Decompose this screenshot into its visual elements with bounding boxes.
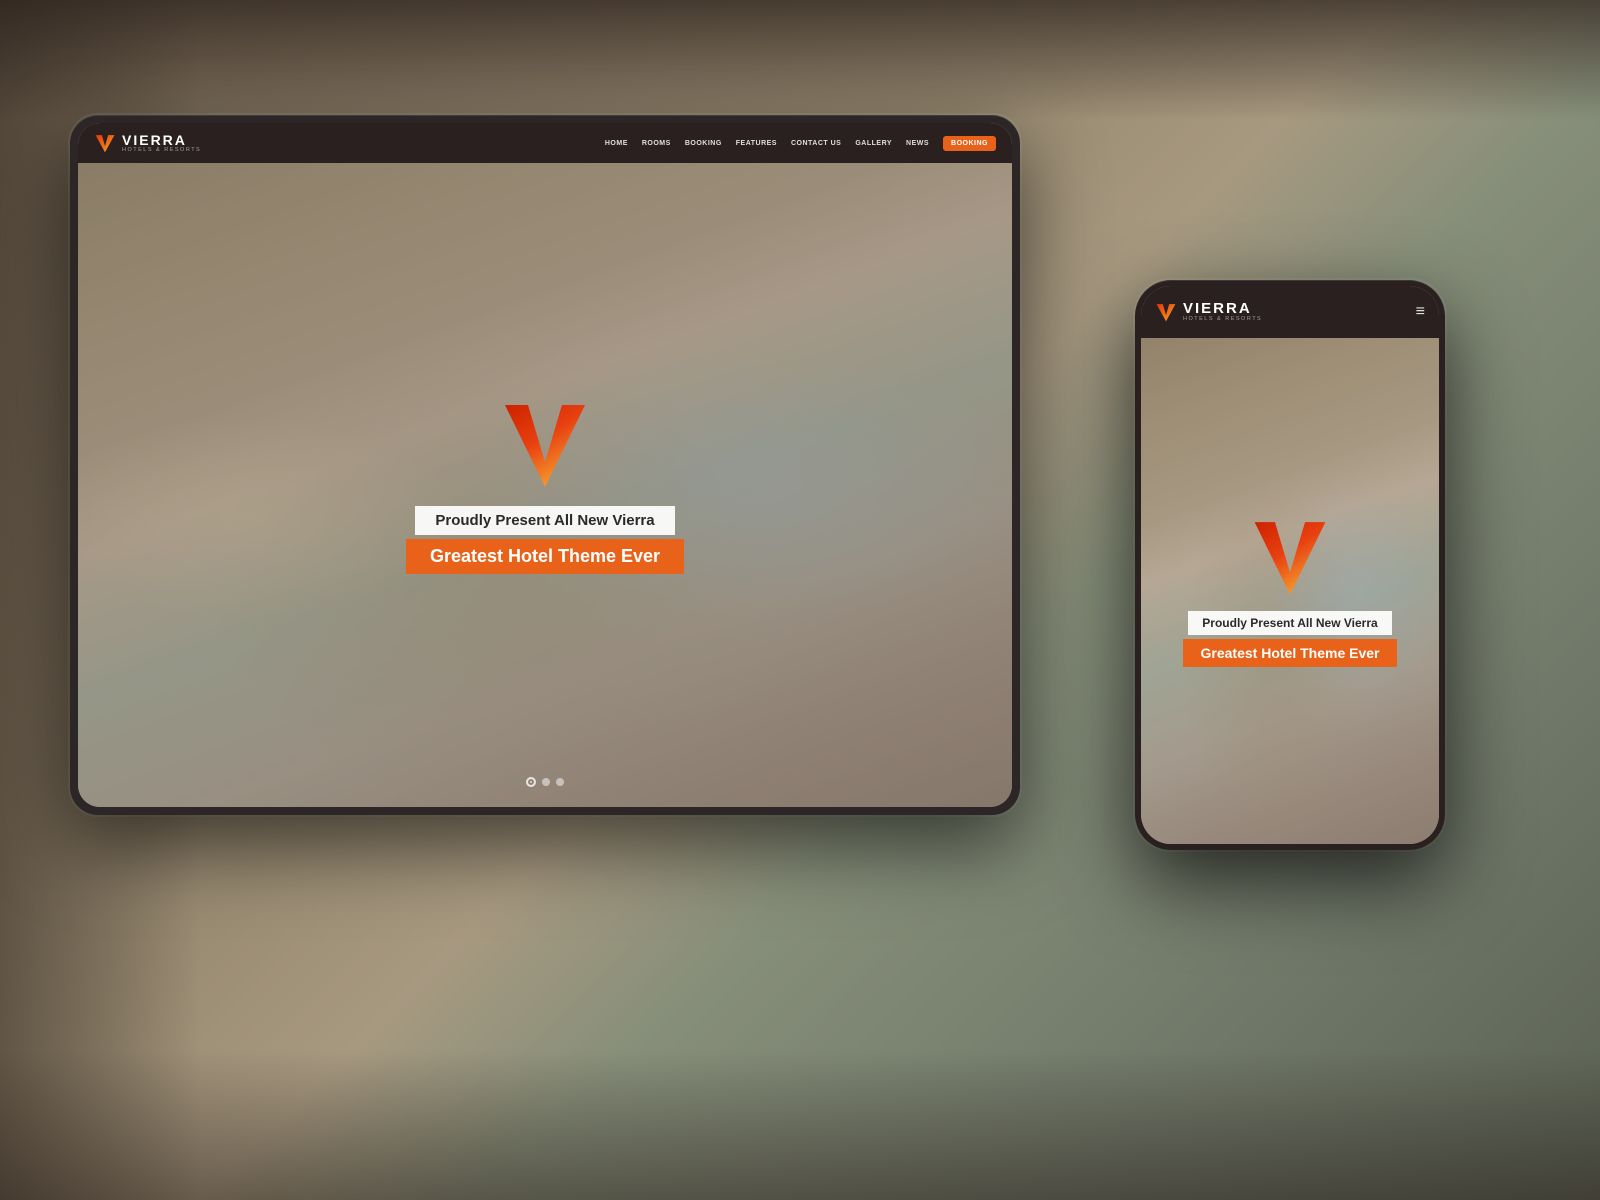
mobile-logo-text: VIERRA HOTELS & RESORTS [1183,301,1262,323]
mobile-hero-text-box: Proudly Present All New Vierra Greatest … [1141,611,1439,667]
nav-features[interactable]: FEATURES [736,140,777,147]
nav-news[interactable]: NEWS [906,140,929,147]
nav-gallery[interactable]: GALLERY [855,140,892,147]
mobile-hero-main-title: Greatest Hotel Theme Ever [1183,639,1398,667]
brand-subtitle: HOTELS & RESORTS [122,148,201,154]
hero-v-logo [500,397,590,492]
dot-2[interactable] [542,778,550,786]
bg-blur-bottom [0,1050,1600,1200]
dot-1[interactable] [526,777,536,787]
tablet-screen: VIERRA HOTELS & RESORTS HOME ROOMS BOOKI… [78,123,1012,807]
mobile-navbar: VIERRA HOTELS & RESORTS ≡ [1141,286,1439,338]
tablet-logo: VIERRA HOTELS & RESORTS [94,132,201,154]
mobile-brand-subtitle: HOTELS & RESORTS [1183,317,1262,323]
hero-text-box: Proudly Present All New Vierra Greatest … [406,506,684,574]
mobile-hero-v-logo [1250,515,1330,599]
bg-blur-top [0,0,1600,120]
brand-name: VIERRA [122,133,201,147]
mobile-hero-pre-title: Proudly Present All New Vierra [1188,611,1391,635]
mobile-hero-content: Proudly Present All New Vierra Greatest … [1141,338,1439,844]
nav-cta-button[interactable]: BOOKING [943,136,996,151]
nav-booking[interactable]: BOOKING [685,140,722,147]
mobile-logo: VIERRA HOTELS & RESORTS [1155,301,1416,323]
hamburger-icon[interactable]: ≡ [1416,303,1425,321]
hero-main-title: Greatest Hotel Theme Ever [406,539,684,574]
hero-pagination [526,777,564,787]
scene: VIERRA HOTELS & RESORTS HOME ROOMS BOOKI… [0,0,1600,1200]
mobile-logo-v-icon [1155,301,1177,323]
tablet-device: VIERRA HOTELS & RESORTS HOME ROOMS BOOKI… [70,115,1020,815]
logo-v-icon [94,132,116,154]
tablet-navbar: VIERRA HOTELS & RESORTS HOME ROOMS BOOKI… [78,123,1012,163]
tablet-hero-content: Proudly Present All New Vierra Greatest … [78,163,1012,807]
mobile-brand-name: VIERRA [1183,301,1262,316]
nav-rooms[interactable]: ROOMS [642,140,671,147]
nav-links: HOME ROOMS BOOKING FEATURES CONTACT US G… [605,136,996,151]
nav-contact[interactable]: CONTACT US [791,140,841,147]
dot-3[interactable] [556,778,564,786]
mobile-screen: VIERRA HOTELS & RESORTS ≡ [1141,286,1439,844]
mobile-device: VIERRA HOTELS & RESORTS ≡ [1135,280,1445,850]
nav-home[interactable]: HOME [605,140,628,147]
logo-text: VIERRA HOTELS & RESORTS [122,133,201,154]
hero-pre-title: Proudly Present All New Vierra [415,506,674,535]
